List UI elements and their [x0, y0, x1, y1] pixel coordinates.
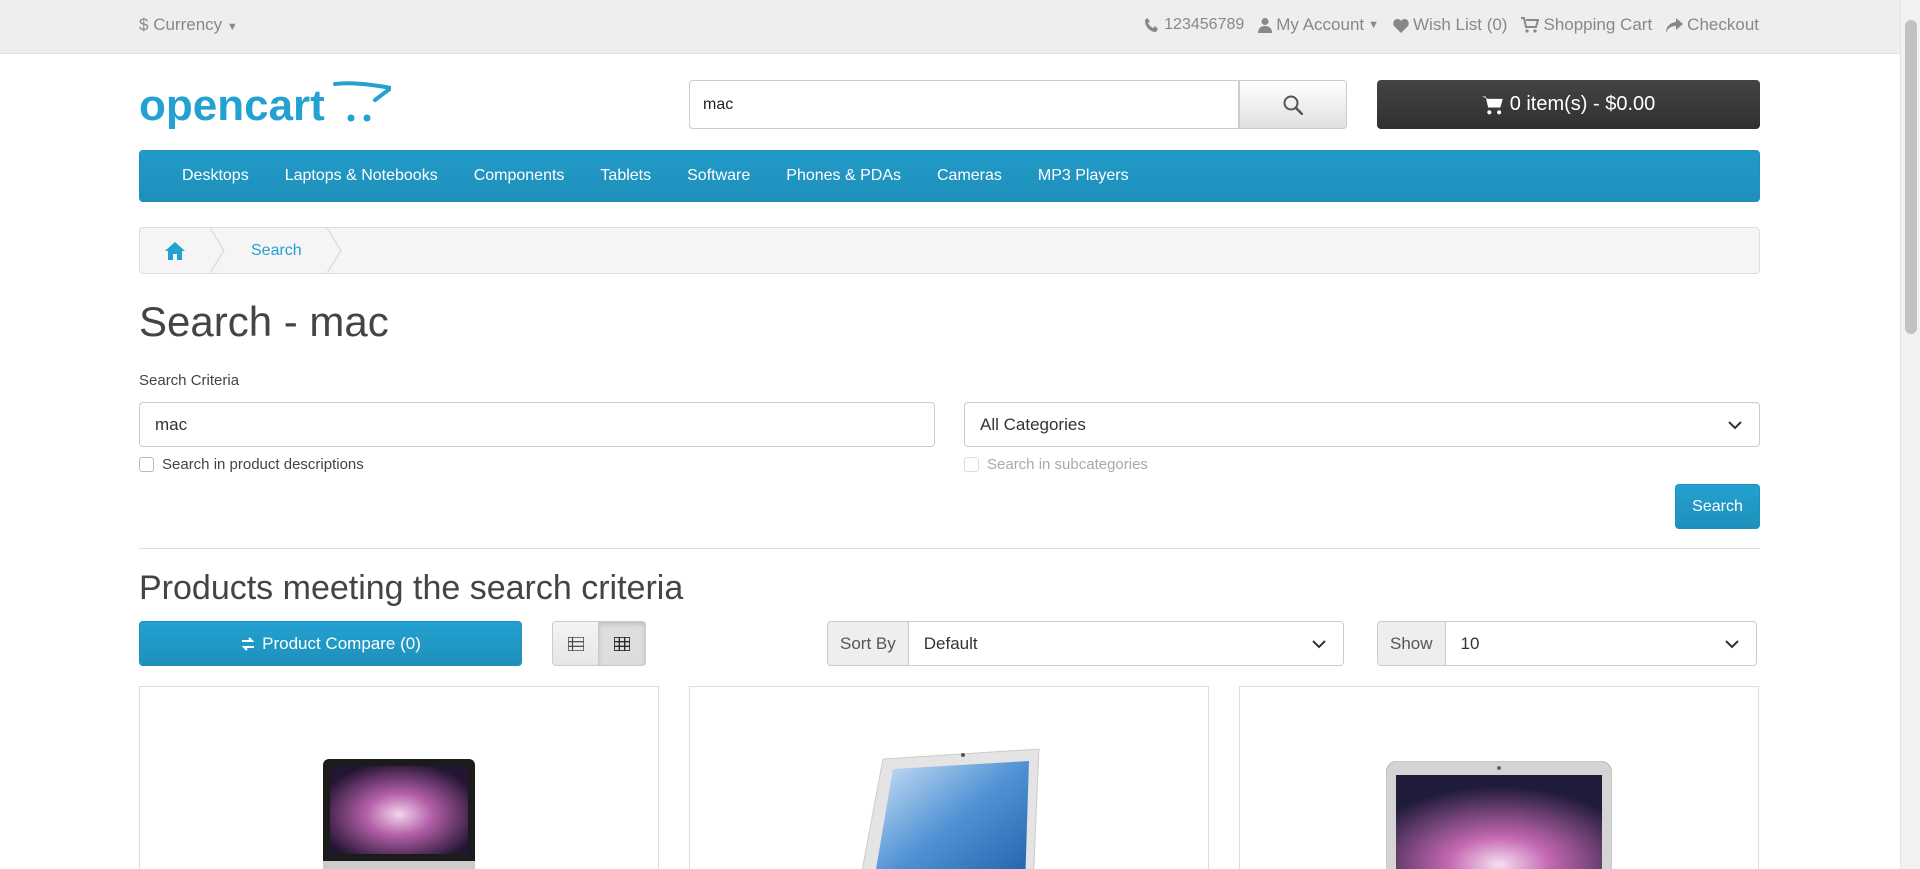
- divider: [139, 548, 1760, 549]
- breadcrumb: Search: [139, 227, 1760, 274]
- sort-by-value: Default: [923, 634, 978, 653]
- category-select-value: All Categories: [980, 415, 1086, 434]
- currency-label: Currency: [153, 15, 223, 34]
- show-label: Show: [1377, 621, 1446, 666]
- page-title: Search - mac: [139, 298, 389, 345]
- caret-down-icon: ▼: [1368, 19, 1380, 31]
- product-image-imac[interactable]: [321, 757, 477, 869]
- product-compare-label: Product Compare (0): [262, 633, 421, 653]
- grid-icon: [614, 636, 630, 651]
- checkout-link[interactable]: Checkout: [1666, 15, 1759, 35]
- my-account-label: My Account: [1276, 15, 1365, 34]
- logo-text: opencart: [139, 81, 325, 130]
- view-toggle: [552, 621, 646, 666]
- cart-icon: [1521, 17, 1540, 33]
- menu-item-components[interactable]: Components: [456, 167, 583, 185]
- shopping-cart-label: Shopping Cart: [1543, 15, 1653, 34]
- product-card: [689, 686, 1209, 869]
- menu-item-tablets[interactable]: Tablets: [582, 167, 669, 185]
- phone-number: 123456789: [1164, 16, 1245, 33]
- category-select[interactable]: All Categories: [964, 402, 1760, 447]
- my-account-dropdown[interactable]: My Account ▼: [1258, 15, 1379, 35]
- list-icon: [567, 636, 584, 651]
- search-subcategories-checkbox[interactable]: Search in subcategories: [964, 456, 1148, 473]
- show-limit-value: 10: [1460, 634, 1480, 653]
- results-heading: Products meeting the search criteria: [139, 569, 684, 607]
- breadcrumb-separator: [210, 228, 225, 273]
- phone-link[interactable]: 123456789: [1144, 16, 1244, 34]
- keyword-input[interactable]: mac: [139, 402, 935, 447]
- user-icon: [1258, 18, 1273, 33]
- search-criteria-label: Search Criteria: [139, 372, 240, 389]
- checkout-label: Checkout: [1687, 15, 1759, 34]
- breadcrumb-search[interactable]: Search: [226, 228, 327, 273]
- product-image-macbook[interactable]: [853, 747, 1045, 869]
- product-card: [1239, 686, 1759, 869]
- chevron-down-icon: [1728, 421, 1742, 430]
- header-search-button[interactable]: [1239, 80, 1347, 129]
- breadcrumb-separator: [326, 228, 342, 273]
- home-icon: [165, 241, 185, 260]
- wish-list-link[interactable]: Wish List (0): [1393, 15, 1507, 35]
- list-view-button[interactable]: [552, 621, 599, 666]
- currency-dropdown[interactable]: $ Currency ▼: [139, 15, 238, 35]
- scrollbar-thumb[interactable]: [1905, 20, 1917, 334]
- product-compare-button[interactable]: Product Compare (0): [139, 621, 522, 666]
- menu-item-mp3-players[interactable]: MP3 Players: [1020, 167, 1147, 185]
- exchange-icon: [241, 636, 255, 651]
- caret-down-icon: ▼: [226, 21, 238, 33]
- product-card: [139, 686, 659, 869]
- main-menu: Desktops Laptops & Notebooks Components …: [139, 150, 1760, 202]
- shopping-cart-link[interactable]: Shopping Cart: [1521, 15, 1652, 35]
- cart-button-label: 0 item(s) - $0.00: [1509, 93, 1656, 115]
- cart-button[interactable]: 0 item(s) - $0.00: [1377, 80, 1760, 129]
- search-descriptions-label: Search in product descriptions: [162, 456, 364, 473]
- search-descriptions-checkbox[interactable]: Search in product descriptions: [139, 456, 364, 473]
- chevron-down-icon: [1312, 640, 1326, 649]
- sort-by-select[interactable]: Default: [908, 621, 1344, 666]
- search-submit-button[interactable]: Search: [1675, 484, 1760, 529]
- page-scrollbar[interactable]: [1900, 0, 1920, 869]
- opencart-logo[interactable]: opencart: [139, 78, 391, 130]
- product-image-macbook-air[interactable]: [1386, 761, 1612, 869]
- menu-item-software[interactable]: Software: [669, 167, 768, 185]
- chevron-down-icon: [1724, 640, 1739, 649]
- sort-by-control: Sort By Default: [827, 621, 1344, 666]
- breadcrumb-home[interactable]: [140, 228, 210, 273]
- grid-view-button[interactable]: [599, 621, 646, 666]
- cart-icon: [1481, 95, 1503, 114]
- share-icon: [1666, 17, 1684, 33]
- menu-item-laptops[interactable]: Laptops & Notebooks: [267, 167, 456, 185]
- search-icon: [1283, 95, 1303, 115]
- wish-list-label: Wish List (0): [1413, 15, 1508, 34]
- show-limit-control: Show 10: [1377, 621, 1757, 666]
- dollar-icon: $: [139, 15, 149, 34]
- checkbox-box[interactable]: [964, 457, 979, 472]
- search-subcategories-label: Search in subcategories: [987, 456, 1148, 473]
- show-limit-select[interactable]: 10: [1445, 621, 1757, 666]
- menu-item-desktops[interactable]: Desktops: [164, 167, 267, 185]
- menu-item-phones[interactable]: Phones & PDAs: [768, 167, 919, 185]
- top-bar: $ Currency ▼ 123456789 My Account ▼ Wish…: [0, 0, 1900, 54]
- sort-by-label: Sort By: [827, 621, 909, 666]
- checkbox-box[interactable]: [139, 457, 154, 472]
- menu-item-cameras[interactable]: Cameras: [919, 167, 1020, 185]
- heart-icon: [1393, 18, 1409, 33]
- header-search-input[interactable]: mac: [689, 80, 1239, 129]
- phone-icon: [1145, 18, 1159, 32]
